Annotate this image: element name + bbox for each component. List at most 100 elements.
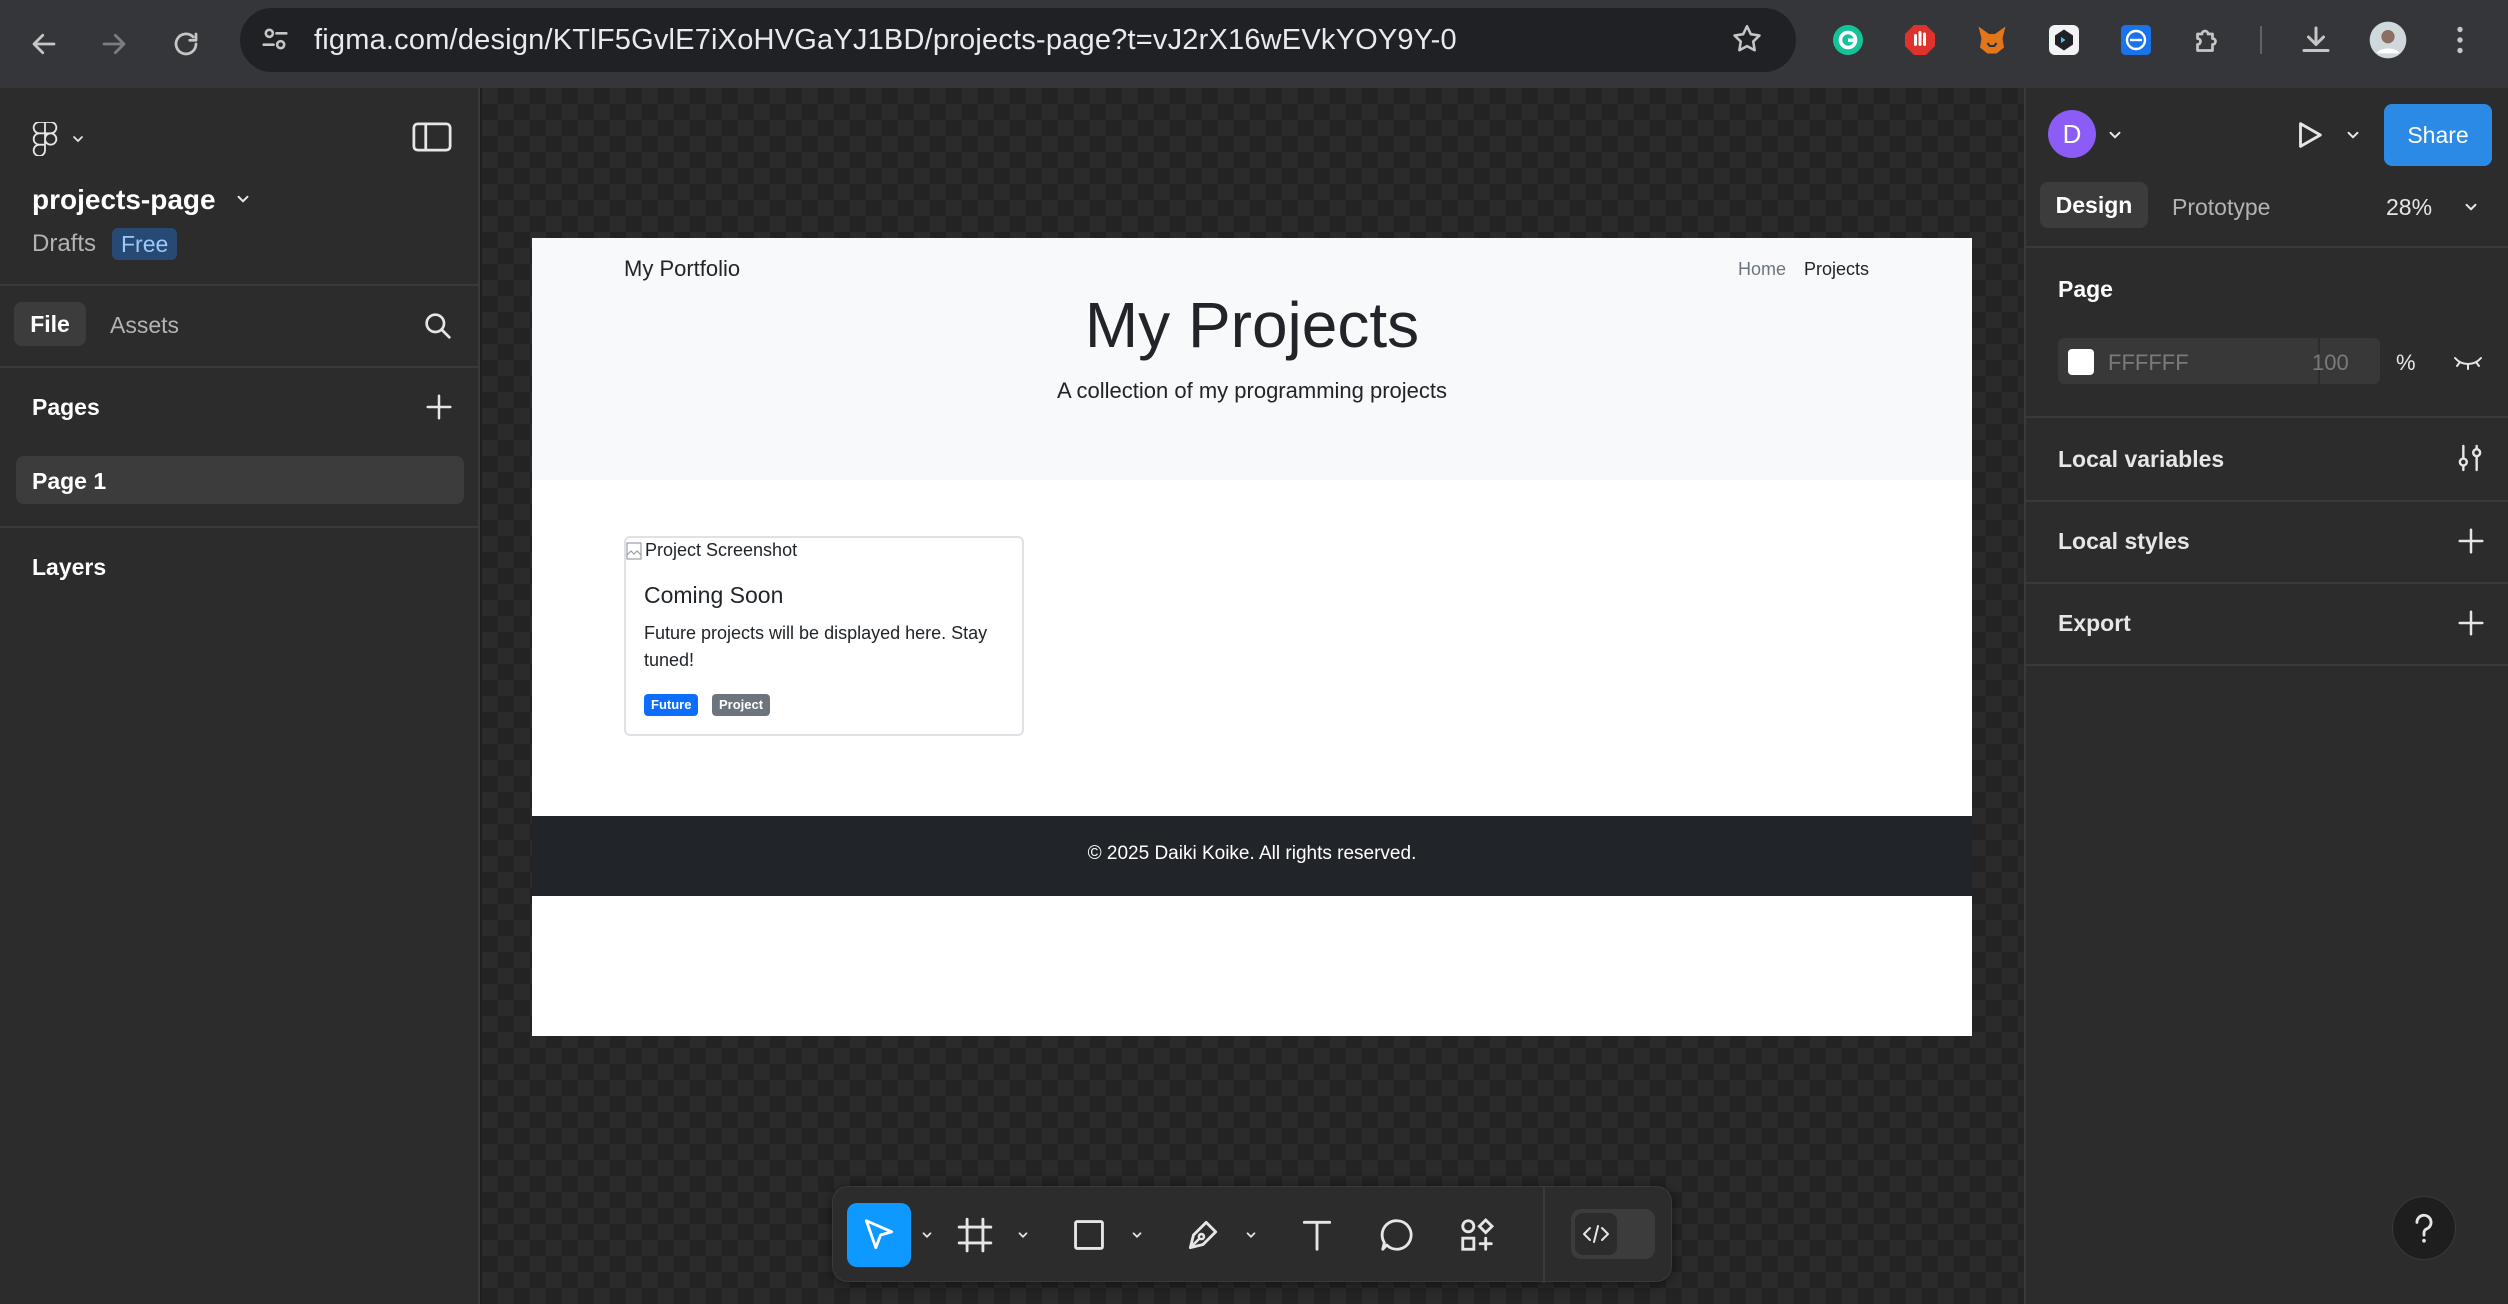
add-export-button[interactable] <box>2456 608 2486 638</box>
move-tool[interactable] <box>847 1203 911 1267</box>
local-styles-heading[interactable]: Local styles <box>2058 528 2190 555</box>
page-item[interactable]: Page 1 <box>16 456 464 504</box>
present-button[interactable] <box>2292 118 2326 152</box>
local-variables-heading[interactable]: Local variables <box>2058 446 2224 473</box>
page-heading: Page <box>2058 276 2113 302</box>
plus-icon <box>2458 528 2484 554</box>
frame-icon <box>957 1217 993 1253</box>
frame-tool[interactable] <box>943 1203 1007 1267</box>
card-image-alt: Project Screenshot <box>645 540 798 560</box>
page-color-value[interactable]: FFFFFF <box>2108 350 2189 376</box>
variables-icon[interactable] <box>2454 442 2486 474</box>
divider <box>2026 500 2508 502</box>
tab-prototype[interactable]: Prototype <box>2172 194 2270 221</box>
rectangle-tool[interactable] <box>1057 1203 1121 1267</box>
browser-chrome: figma.com/design/KTlF5GvlE7iXoHVGaYJ1BD/… <box>0 0 2508 88</box>
figma-logo-icon <box>32 122 58 156</box>
tab-file[interactable]: File <box>14 302 86 346</box>
main-menu-button[interactable] <box>30 122 86 156</box>
divider <box>2026 582 2508 584</box>
search-icon[interactable] <box>422 310 454 342</box>
design-frame[interactable]: My Portfolio Home Projects My Projects A… <box>532 238 1972 1036</box>
code-icon[interactable] <box>1575 1213 1617 1255</box>
plus-icon <box>426 394 452 420</box>
file-menu-chevron-icon[interactable] <box>234 190 252 208</box>
visibility-hidden-icon[interactable] <box>2452 352 2484 374</box>
divider <box>2026 246 2508 248</box>
pen-tool[interactable] <box>1171 1203 1235 1267</box>
add-style-button[interactable] <box>2456 526 2486 556</box>
text-tool[interactable] <box>1285 1203 1349 1267</box>
comment-icon <box>1380 1219 1413 1251</box>
more-vert-icon[interactable] <box>2440 20 2480 60</box>
tag-project: Project <box>712 694 771 716</box>
hero-subtitle: A collection of my programming projects <box>1056 378 1448 403</box>
site-settings-icon[interactable] <box>258 22 292 56</box>
extension-icon[interactable] <box>2116 20 2156 60</box>
extensions-puzzle-icon[interactable] <box>2188 20 2228 60</box>
actions-tool[interactable] <box>1445 1203 1509 1267</box>
grammarly-icon[interactable] <box>1828 20 1868 60</box>
avatar[interactable]: D <box>2048 110 2096 158</box>
metamask-icon[interactable] <box>1972 20 2012 60</box>
divider <box>0 366 480 368</box>
toolbar-divider <box>1543 1187 1545 1283</box>
arrow-right-icon <box>102 33 126 55</box>
pen-tool-chevron-icon[interactable] <box>1239 1223 1263 1247</box>
tag-future: Future <box>644 694 699 716</box>
card-text: Future projects will be displayed here. … <box>644 623 988 670</box>
page-opacity-value[interactable]: 100 <box>2312 350 2349 376</box>
card-title: Coming Soon <box>644 582 784 608</box>
text-icon <box>1302 1220 1332 1251</box>
zoom-chevron-icon[interactable] <box>2462 198 2480 216</box>
toggle-sidebar-button[interactable] <box>412 122 452 152</box>
components-icon <box>1461 1217 1495 1251</box>
color-swatch[interactable] <box>2068 349 2094 375</box>
arrow-left-icon <box>32 33 56 55</box>
plan-badge: Free <box>112 228 178 260</box>
nav-link-home: Home <box>1738 259 1787 279</box>
sidebar-icon <box>412 122 452 152</box>
divider <box>0 284 480 286</box>
card-image-placeholder: Project Screenshot <box>626 540 797 561</box>
move-tool-chevron-icon[interactable] <box>915 1223 939 1247</box>
comment-tool[interactable] <box>1365 1203 1429 1267</box>
file-name[interactable]: projects-page <box>32 184 216 216</box>
tab-assets[interactable]: Assets <box>110 312 179 339</box>
help-button[interactable] <box>2392 1196 2456 1260</box>
url-text[interactable]: figma.com/design/KTlF5GvlE7iXoHVGaYJ1BD/… <box>314 24 1457 57</box>
back-button[interactable] <box>16 16 72 72</box>
download-icon[interactable] <box>2296 20 2336 60</box>
zoom-level[interactable]: 28% <box>2386 194 2432 221</box>
toolbar-divider <box>2260 26 2262 54</box>
rectangle-icon <box>1074 1220 1104 1250</box>
frame-tool-chevron-icon[interactable] <box>1011 1223 1035 1247</box>
right-panel: D Share Design Prototype 28% Page FFFFFF… <box>2024 88 2508 1304</box>
address-bar[interactable]: figma.com/design/KTlF5GvlE7iXoHVGaYJ1BD/… <box>240 8 1796 72</box>
nav-brand: My Portfolio <box>624 256 741 281</box>
export-heading[interactable]: Export <box>2058 610 2131 637</box>
present-options-chevron-icon[interactable] <box>2344 126 2362 144</box>
extension-icon[interactable] <box>2044 20 2084 60</box>
divider <box>2026 416 2508 418</box>
reload-button[interactable] <box>158 16 214 72</box>
add-page-button[interactable] <box>424 392 454 422</box>
forward-button[interactable] <box>86 16 142 72</box>
bookmark-star-icon[interactable] <box>1730 22 1764 56</box>
divider <box>2026 664 2508 666</box>
file-location[interactable]: Drafts <box>32 230 96 258</box>
shape-tool-chevron-icon[interactable] <box>1125 1223 1149 1247</box>
percent-sign: % <box>2396 350 2416 375</box>
avatar-chevron-icon[interactable] <box>2106 126 2124 144</box>
page-item-label: Page 1 <box>32 468 107 494</box>
reload-icon <box>174 32 198 56</box>
profile-avatar[interactable] <box>2368 20 2408 60</box>
dev-mode-toggle[interactable] <box>1571 1209 1655 1259</box>
share-button[interactable]: Share <box>2384 104 2492 166</box>
tab-design[interactable]: Design <box>2040 182 2148 228</box>
hero-title: My Projects <box>1084 289 1420 361</box>
adblock-icon[interactable] <box>1900 20 1940 60</box>
left-panel: projects-page Drafts Free File Assets Pa… <box>0 88 480 1304</box>
play-icon <box>2299 122 2322 148</box>
footer-text: © 2025 Daiki Koike. All rights reserved. <box>1087 843 1417 864</box>
